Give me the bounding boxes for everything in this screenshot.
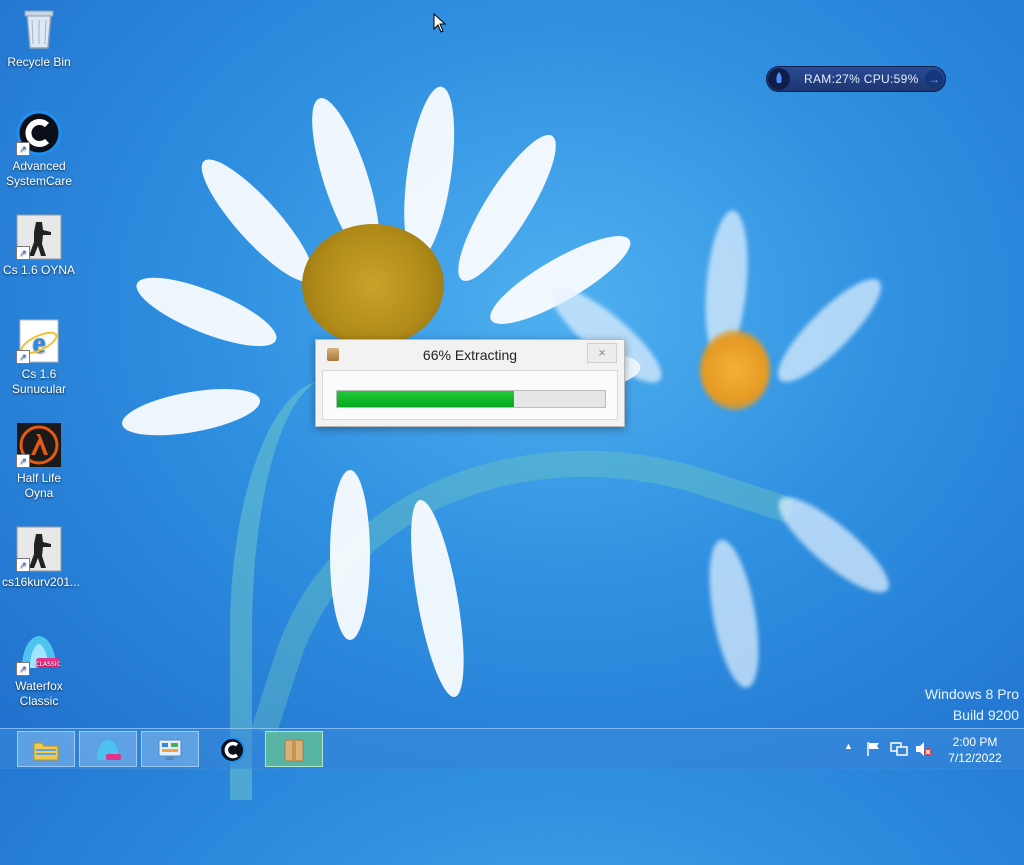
desktop-icon-label: Cs 1.6 Sunucular: [11, 367, 67, 396]
waterfox-icon: [94, 737, 122, 763]
recycle-bin-icon: [16, 6, 62, 52]
desktop-icon-advanced-systemcare[interactable]: ↗ Advanced SystemCare: [2, 110, 76, 189]
taskbar-button-file-explorer[interactable]: [17, 731, 75, 767]
rocket-icon: [768, 68, 790, 90]
desktop-icon-waterfox[interactable]: CLASSIC ↗ Waterfox Classic: [2, 630, 76, 709]
shortcut-arrow-icon: ↗: [16, 246, 30, 260]
windows-watermark: Windows 8 Pro Build 9200: [925, 684, 1019, 726]
taskbar-button-advanced-systemcare[interactable]: [203, 731, 261, 767]
counter-strike-icon: ↗: [16, 214, 62, 260]
svg-text:e: e: [32, 326, 45, 359]
progress-bar: [336, 390, 606, 408]
watermark-edition: Windows 8 Pro: [924, 686, 1019, 702]
internet-explorer-icon: e ↗: [16, 318, 62, 364]
dialog-titlebar[interactable]: 66% Extracting ×: [316, 340, 624, 370]
taskbar-button-control-panel[interactable]: [141, 731, 199, 767]
shortcut-arrow-icon: ↗: [16, 142, 30, 156]
taskbar-button-extractor[interactable]: [265, 731, 323, 767]
shortcut-arrow-icon: ↗: [16, 454, 30, 468]
desktop-icon-half-life[interactable]: ↗ Half Life Oyna: [2, 422, 76, 501]
archive-icon: [280, 737, 308, 763]
desktop-icon-label: cs16kurv201...: [2, 575, 81, 589]
desktop-icon-label: Waterfox Classic: [15, 679, 63, 708]
arrow-right-icon[interactable]: →: [925, 70, 943, 88]
desktop-icon-cs-oyna[interactable]: ↗ Cs 1.6 OYNA: [2, 214, 76, 278]
counter-strike-icon: ↗: [16, 526, 62, 572]
shortcut-arrow-icon: ↗: [16, 558, 30, 572]
desktop-icon-label: Cs 1.6 OYNA: [2, 263, 76, 277]
shortcut-arrow-icon: ↗: [16, 350, 30, 364]
volume-muted-icon[interactable]: [914, 741, 932, 781]
mouse-cursor-icon: [433, 13, 447, 33]
desktop-icon-cs16kurv[interactable]: ↗ cs16kurv201...: [2, 526, 81, 590]
action-center-flag-icon[interactable]: [866, 741, 882, 781]
desktop-icon-label: Advanced SystemCare: [5, 159, 73, 188]
svg-text:CLASSIC: CLASSIC: [35, 661, 60, 668]
show-hidden-icons-button[interactable]: ▲: [844, 741, 853, 781]
dialog-title: 66% Extracting: [422, 347, 518, 363]
system-clock[interactable]: 2:00 PM 7/12/2022: [944, 734, 1006, 766]
system-monitor-gadget[interactable]: RAM:27% CPU:59% →: [766, 66, 946, 92]
desktop-icon-label: Half Life Oyna: [16, 471, 62, 500]
dialog-content: [322, 370, 618, 420]
taskbar-button-waterfox[interactable]: [79, 731, 137, 767]
advanced-systemcare-icon: [218, 737, 246, 763]
desktop-icon-label: Recycle Bin: [7, 55, 71, 69]
network-icon[interactable]: [890, 741, 908, 781]
clock-date: 7/12/2022: [948, 751, 1002, 765]
shortcut-arrow-icon: ↗: [16, 662, 30, 676]
taskbar: ▲ 2:00 PM 7/12/2022: [0, 728, 1024, 769]
desktop-icon-recycle-bin[interactable]: Recycle Bin: [2, 6, 76, 70]
watermark-build: Build 9200: [952, 707, 1019, 723]
close-button[interactable]: ×: [587, 343, 617, 363]
half-life-icon: ↗: [16, 422, 62, 468]
control-panel-icon: [156, 737, 184, 763]
clock-time: 2:00 PM: [952, 735, 998, 749]
resource-usage-text: RAM:27% CPU:59%: [804, 72, 919, 86]
folder-icon: [32, 737, 60, 763]
extracting-dialog: 66% Extracting ×: [315, 339, 625, 427]
waterfox-icon: CLASSIC ↗: [16, 630, 62, 676]
desktop-icon-cs-sunucular[interactable]: e ↗ Cs 1.6 Sunucular: [2, 318, 76, 397]
progress-fill: [337, 391, 514, 407]
advanced-systemcare-icon: ↗: [16, 110, 62, 156]
